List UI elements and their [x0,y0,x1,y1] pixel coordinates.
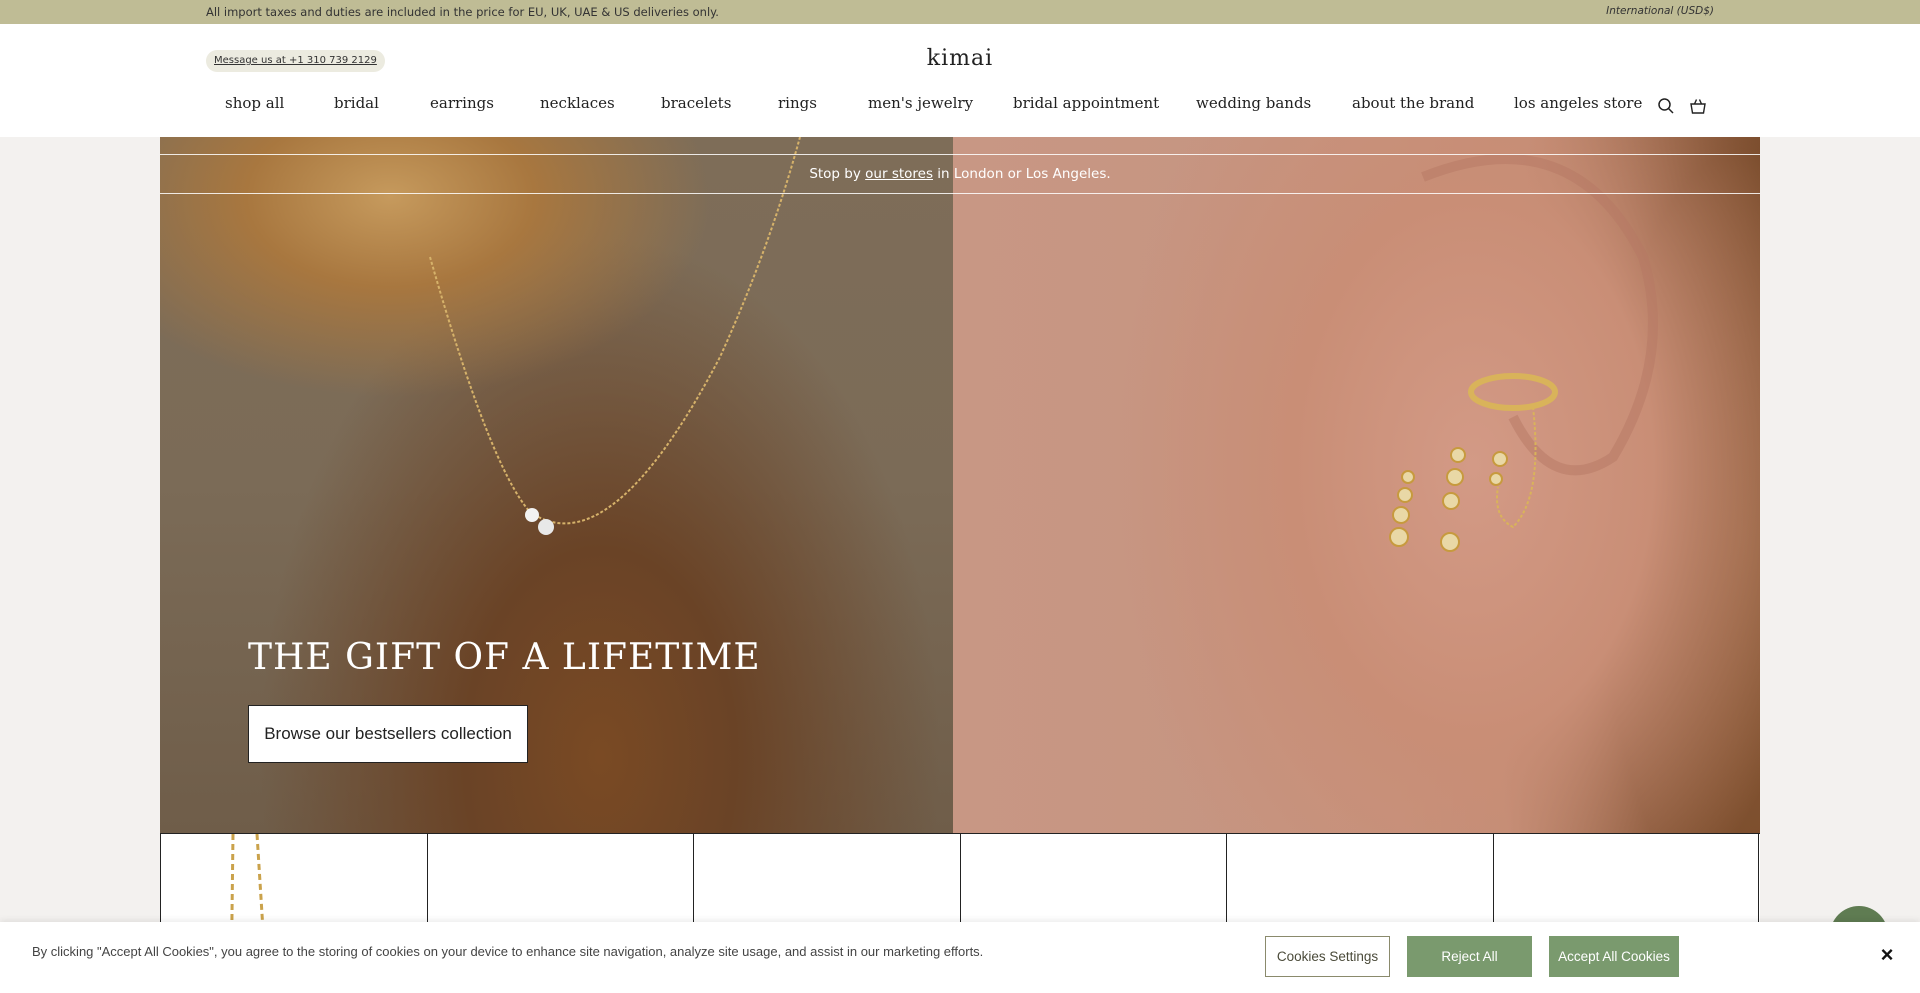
our-stores-link[interactable]: our stores [865,166,933,182]
store-notice-prefix: Stop by [809,166,866,182]
store-notice-suffix: in London or Los Angeles. [933,166,1111,182]
reject-all-button[interactable]: Reject All [1407,936,1532,977]
cookies-settings-button[interactable]: Cookies Settings [1265,936,1390,977]
announcement-text: All import taxes and duties are included… [206,5,719,19]
cookie-banner: By clicking "Accept All Cookies", you ag… [0,922,1920,993]
nav-los-angeles-store[interactable]: los angeles store [1514,94,1642,112]
close-icon[interactable]: × [1876,944,1898,966]
nav-bridal-appointment[interactable]: bridal appointment [1013,94,1159,112]
nav-mens-jewelry[interactable]: men's jewelry [868,94,973,112]
nav-necklaces[interactable]: necklaces [540,94,615,112]
site-header: Message us at +1 310 739 2129 kimai shop… [0,24,1920,137]
nav-rings[interactable]: rings [778,94,817,112]
accept-all-cookies-button[interactable]: Accept All Cookies [1549,936,1679,977]
nav-shop-all[interactable]: shop all [225,94,284,112]
cookie-message: By clicking "Accept All Cookies", you ag… [32,944,984,959]
search-icon[interactable] [1656,96,1676,116]
nav-bracelets[interactable]: bracelets [661,94,731,112]
browse-bestsellers-button[interactable]: Browse our bestsellers collection [248,705,528,763]
announcement-bar: All import taxes and duties are included… [0,0,1920,24]
earrings-photo [953,137,1760,833]
store-notice: Stop by our stores in London or Los Ange… [160,154,1760,194]
hero-title: THE GIFT OF A LIFETIME [248,637,761,678]
nav-about-the-brand[interactable]: about the brand [1352,94,1474,112]
currency-selector[interactable]: International (USD$) [1606,5,1714,17]
nav-earrings[interactable]: earrings [430,94,494,112]
nav-wedding-bands[interactable]: wedding bands [1196,94,1311,112]
main-nav: shop all bridal earrings necklaces brace… [0,94,1920,118]
brand-logo[interactable]: kimai [0,46,1920,71]
nav-bridal[interactable]: bridal [334,94,379,112]
hero-banner: Stop by our stores in London or Los Ange… [160,137,1760,833]
cart-icon[interactable] [1688,96,1708,116]
